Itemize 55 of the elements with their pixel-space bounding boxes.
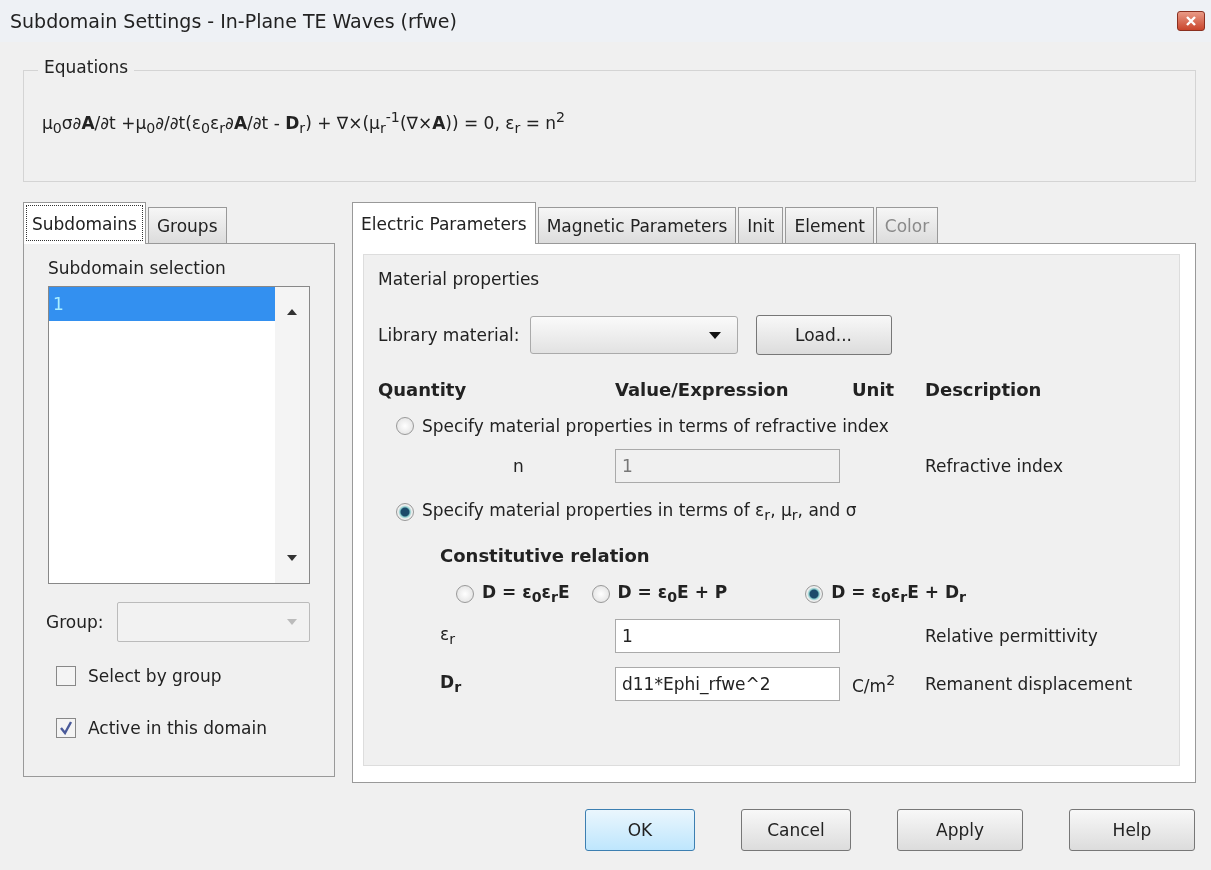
radio-option[interactable]: Specify material properties in terms of ε$_{r}$, μ$_{r}$, and σ xyxy=(396,500,1165,524)
group-label: Equations xyxy=(38,57,135,77)
column-header: Quantity xyxy=(378,379,468,400)
description-text: Relative permittivity xyxy=(925,625,1099,646)
input-field[interactable]: 1 xyxy=(615,618,840,653)
dialog-button[interactable]: Apply xyxy=(897,809,1023,851)
radio-button[interactable] xyxy=(456,585,474,604)
column-header: Unit xyxy=(852,379,896,400)
radio-button[interactable] xyxy=(805,585,824,604)
tab[interactable]: Electric Parameters xyxy=(352,202,536,244)
dialog-button[interactable]: OK xyxy=(585,809,695,851)
checkbox-option[interactable]: Active in this domain xyxy=(56,710,310,746)
tab[interactable]: Element xyxy=(785,207,874,243)
radio-button[interactable] xyxy=(591,585,610,604)
window-title: Subdomain Settings - In-Plane TE Waves (rfwe) xyxy=(10,10,457,32)
field-label: Group: xyxy=(46,612,104,632)
tab[interactable]: Init xyxy=(738,207,784,243)
section-label: Constitutive relation xyxy=(440,545,651,567)
group-label: Material properties xyxy=(378,269,541,289)
scrollbar[interactable] xyxy=(275,287,309,583)
quantity-label: n xyxy=(512,456,525,476)
load-button[interactable]: Load... xyxy=(755,315,892,355)
group-label: Subdomain selection xyxy=(48,258,227,278)
radio-option[interactable]: D = ε$_{0}$ε$_{r}$E + D$_{r}$ xyxy=(805,582,967,606)
description-text: Remanent displacement xyxy=(925,673,1134,694)
unit-label: C/m$^{2}$ xyxy=(852,671,897,696)
checkmark-icon xyxy=(59,721,73,735)
column-header: Value/Expression xyxy=(615,379,790,400)
checkbox-option[interactable]: Select by group xyxy=(56,658,310,694)
radio-button[interactable] xyxy=(396,417,414,435)
quantity-label: ε$_{r}$ xyxy=(439,624,457,648)
scroll-down-icon[interactable] xyxy=(287,555,297,561)
close-icon xyxy=(1185,15,1197,27)
tab[interactable]: Subdomains xyxy=(23,202,146,244)
radio-button[interactable] xyxy=(396,502,414,521)
radio-option[interactable]: D = ε$_{0}$ε$_{r}$E xyxy=(456,582,570,606)
column-header: Description xyxy=(925,379,1043,400)
material-dropdown[interactable] xyxy=(529,316,738,354)
radio-option[interactable]: Specify material properties in terms of refractive index xyxy=(396,416,1165,436)
field-label: Library material: xyxy=(378,325,520,345)
tab[interactable]: Magnetic Parameters xyxy=(537,207,737,243)
caret-icon xyxy=(708,331,721,339)
input-field[interactable]: d11*Ephi_rfwe^2 xyxy=(615,666,840,701)
description-text: Refractive index xyxy=(925,456,1065,476)
dialog-button[interactable]: Help xyxy=(1069,809,1195,851)
quantity-label: D$_{r}$ xyxy=(439,672,463,696)
tab[interactable]: Groups xyxy=(147,207,227,243)
scroll-up-icon[interactable] xyxy=(287,309,297,315)
equation: μ$_{0}$σ∂A/∂t +μ$_{0}$∂/∂t(ε$_{0}$ε$_{r}$∂A/∂t - D$_{r}$) + ∇×(μ$_{r}$$^{-1}$(∇×A)) = 0, ε$_{r}$ = n$^{2}$ xyxy=(42,109,567,137)
close-button[interactable] xyxy=(1177,11,1205,31)
radio-option[interactable]: D = ε$_{0}$E + P xyxy=(591,582,728,606)
checkbox[interactable] xyxy=(56,718,76,738)
checkbox[interactable] xyxy=(56,666,76,686)
dialog-button[interactable]: Cancel xyxy=(741,809,851,851)
caret-icon xyxy=(287,619,297,625)
